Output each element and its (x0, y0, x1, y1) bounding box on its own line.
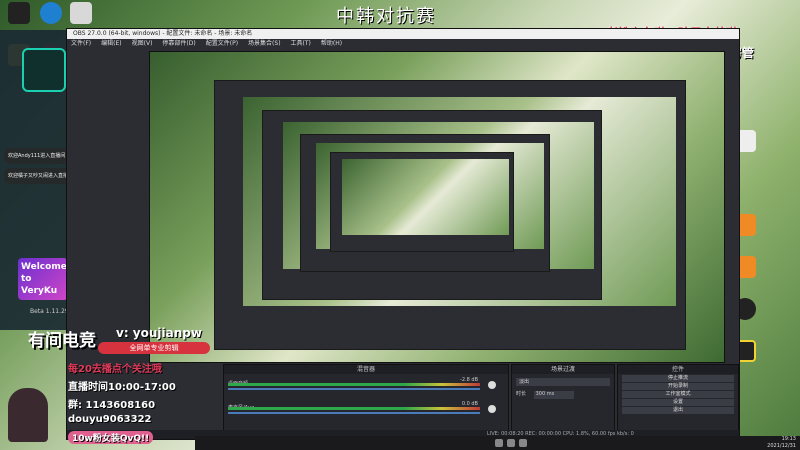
overlay-handle: v: youjianpw (116, 326, 202, 340)
overlay-brand: 有间电竞 (28, 331, 96, 351)
window-title: OBS 27.0.0 (64-bit, windows) - 配置文件: 未命名… (67, 29, 739, 39)
volume-slider[interactable] (228, 412, 480, 414)
volume-slider[interactable] (228, 388, 480, 390)
transitions-title: 场景过渡 (512, 365, 614, 374)
nested-preview-4 (330, 152, 514, 252)
desktop-icon-user[interactable] (66, 2, 96, 26)
taskbar-app-icon[interactable] (495, 439, 503, 447)
menu-bar: 文件(F) 编辑(E) 视图(V) 停靠部件(D) 配置文件(P) 场景集合(S… (67, 39, 739, 49)
overlay-line: 10w粉女装QvQ!! (68, 431, 154, 444)
overlay-line: 群: 1143608160 (68, 400, 156, 411)
speaker-icon[interactable] (488, 405, 496, 413)
overlay-line: 每20去播点个关注哦 (68, 364, 162, 375)
studio-mode-button[interactable]: 工作室模式 (622, 391, 734, 398)
audio-mixer-dock: 混音器 桌面音频 -2.8 dB 麦克风/Aux 0.0 dB (223, 364, 509, 432)
mixer-title: 混音器 (224, 365, 508, 374)
desktop-icon-edge[interactable] (36, 2, 66, 26)
transition-select[interactable]: 淡出 (516, 378, 610, 386)
scene-transitions-dock: 场景过渡 淡出 时长 300 ms (511, 364, 615, 432)
menu-file[interactable]: 文件(F) (71, 39, 91, 49)
start-recording-button[interactable]: 开始录制 (622, 383, 734, 390)
menu-docks[interactable]: 停靠部件(D) (162, 39, 195, 49)
overlay-line: douyu9063322 (68, 414, 152, 425)
overlay-top-title: 中韩对抗赛 (336, 6, 436, 27)
mixer-row-desktop: 桌面音频 -2.8 dB (228, 377, 504, 391)
overlay-line: 直播时间10:00-17:00 (68, 382, 176, 393)
system-clock[interactable]: 19:13 2021/12/31 (767, 436, 796, 450)
settings-button[interactable]: 设置 (622, 399, 734, 406)
controls-dock: 控件 停止推流 开始录制 工作室模式 设置 退出 (617, 364, 739, 432)
exit-button[interactable]: 退出 (622, 407, 734, 414)
taskbar-app-icon[interactable] (507, 439, 515, 447)
menu-help[interactable]: 帮助(H) (321, 39, 342, 49)
taskbar-app-icon[interactable] (519, 439, 527, 447)
duration-label: 时长 (516, 391, 527, 397)
preview-canvas[interactable] (149, 51, 725, 363)
menu-tools[interactable]: 工具(T) (291, 39, 311, 49)
desktop-icon-qq[interactable] (4, 2, 34, 26)
overlay-tagline: 全网单专业剪辑 (98, 342, 210, 354)
welcome-banner: Welcome to VeryKu (18, 258, 68, 300)
speaker-icon[interactable] (488, 381, 496, 389)
menu-view[interactable]: 视图(V) (132, 39, 153, 49)
menu-profile[interactable]: 配置文件(P) (206, 39, 238, 49)
mixer-row-mic: 麦克风/Aux 0.0 dB (228, 401, 504, 415)
stop-streaming-button[interactable]: 停止推流 (622, 375, 734, 382)
duration-input[interactable]: 300 ms (533, 391, 574, 399)
avatar-character (8, 388, 48, 442)
menu-edit[interactable]: 编辑(E) (101, 39, 121, 49)
menu-scene-collection[interactable]: 场景集合(S) (248, 39, 281, 49)
taskbar: 19:13 2021/12/31 (195, 436, 800, 450)
controls-title: 控件 (618, 365, 738, 374)
companion-logo (22, 48, 66, 92)
